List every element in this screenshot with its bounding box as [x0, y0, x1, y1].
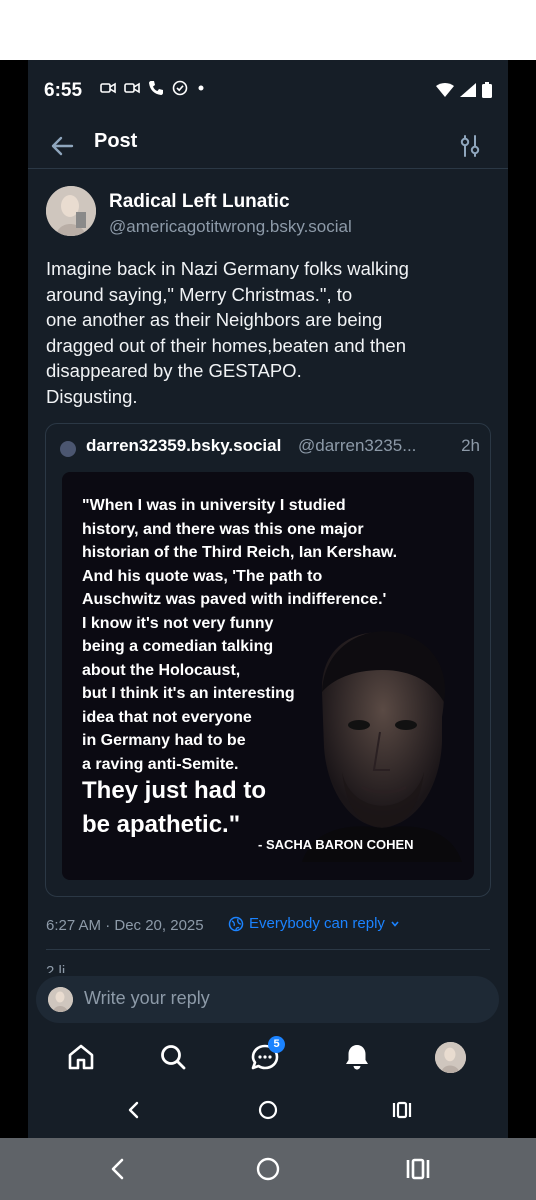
status-bar: 6:55 [28, 60, 508, 120]
top-margin [0, 0, 536, 60]
reply-permission-label: Everybody can reply [249, 915, 385, 932]
post-header: Post [28, 120, 508, 172]
video-icon [124, 82, 140, 94]
quote-line: historian of the Third Reich, Ian Kersha… [82, 544, 398, 561]
quoted-age: 2h [461, 436, 480, 455]
status-notification-icons [100, 80, 206, 96]
bottom-nav: 5 [28, 1030, 508, 1088]
quote-attribution: - SACHA BARON COHEN [258, 837, 414, 852]
notifications-icon[interactable] [342, 1042, 372, 1072]
phone-icon [149, 81, 163, 95]
quoted-handle: @darren3235... [298, 436, 417, 455]
quote-line: but I think it's an interesting [82, 685, 295, 702]
quoted-image[interactable]: "When I was in university I studied hist… [62, 472, 474, 880]
quote-line: being a comedian talking [82, 638, 274, 655]
phone-screen: 6:55 Post Radical Left Lunatic @americag… [28, 60, 508, 1138]
chat-badge: 5 [268, 1036, 285, 1053]
meta-divider [46, 949, 490, 950]
thread-settings-icon[interactable] [456, 132, 484, 160]
back-arrow-icon[interactable] [48, 132, 76, 160]
quote-line: I know it's not very funny [82, 614, 274, 632]
my-avatar [48, 987, 73, 1012]
recents-icon[interactable] [405, 1157, 431, 1181]
reply-permission-button[interactable]: Everybody can reply [228, 915, 400, 932]
quote-line: about the Holocaust, [82, 661, 241, 679]
home-icon[interactable] [66, 1042, 96, 1072]
quote-line: idea that not everyone [82, 708, 252, 726]
home-circle-icon[interactable] [257, 1099, 279, 1121]
back-icon[interactable] [107, 1157, 129, 1181]
quote-emphasis-line: be apathetic." [82, 811, 241, 838]
dot-icon [198, 85, 204, 91]
author-name[interactable]: Radical Left Lunatic [109, 191, 290, 213]
home-circle-icon[interactable] [255, 1156, 281, 1182]
reply-input[interactable]: Write your reply [84, 988, 210, 1009]
recents-icon[interactable] [391, 1100, 413, 1120]
quoted-username: darren32359.bsky.social [86, 436, 282, 455]
back-icon[interactable] [124, 1100, 144, 1120]
quote-line: And his quote was, 'The path to [82, 567, 323, 585]
post-text: Imagine back in Nazi Germany folks walki… [46, 258, 409, 407]
chevron-down-icon [391, 920, 399, 927]
quote-emphasis: They just had to be apathetic." [82, 774, 266, 842]
author-avatar[interactable] [46, 186, 96, 236]
status-time: 6:55 [44, 80, 83, 101]
reply-bar[interactable]: Write your reply [36, 976, 499, 1023]
quote-line: history, and there was this one major [82, 520, 364, 538]
status-system-icons [436, 82, 492, 98]
page-title: Post [94, 130, 138, 152]
quoted-post[interactable]: darren32359.bsky.social @darren3235... 2… [45, 423, 491, 897]
quote-line: "When I was in university I studied [82, 497, 346, 514]
battery-icon [482, 82, 492, 98]
signal-icon [460, 83, 476, 97]
quote-text: "When I was in university I studied hist… [82, 494, 398, 776]
header-divider [28, 168, 508, 169]
video-icon [100, 82, 116, 94]
quote-line: a raving anti-Semite. [82, 755, 239, 773]
system-nav-outer [0, 1138, 536, 1200]
profile-avatar[interactable] [435, 1042, 466, 1073]
likes-count[interactable]: 2 li [46, 963, 65, 973]
wifi-icon [436, 83, 454, 97]
search-icon[interactable] [158, 1042, 188, 1072]
post-timestamp: 6:27 AM · Dec 20, 2025 [46, 917, 204, 934]
quote-emphasis-line: They just had to [82, 777, 267, 804]
system-nav-inner [28, 1086, 508, 1138]
quoted-avatar [60, 441, 76, 457]
check-circle-icon [172, 80, 188, 96]
globe-icon [228, 916, 244, 931]
quote-line: Auschwitz was paved with indifference.' [82, 591, 387, 608]
quote-line: in Germany had to be [82, 732, 246, 749]
author-handle[interactable]: @americagotitwrong.bsky.social [109, 217, 352, 237]
quoted-post-header: darren32359.bsky.social @darren3235... 2… [60, 436, 480, 460]
